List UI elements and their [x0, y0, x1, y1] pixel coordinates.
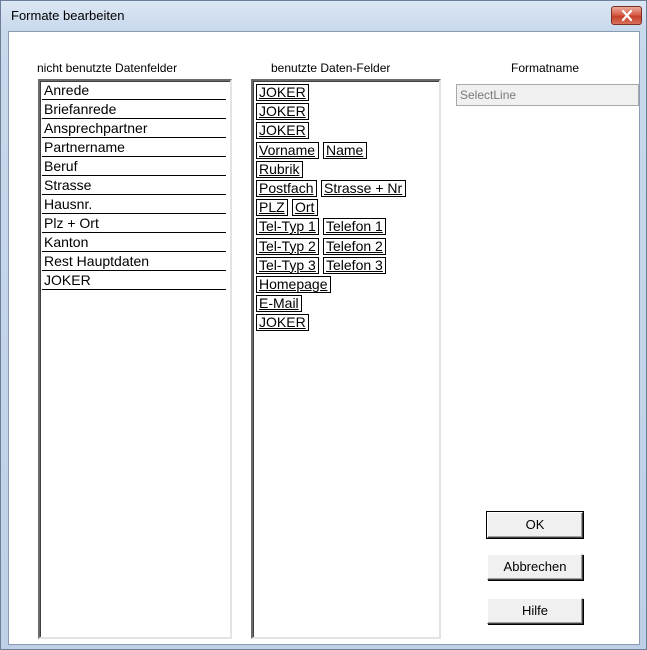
formatname-label: Formatname — [511, 61, 580, 75]
used-field-chip[interactable]: JOKER — [256, 103, 309, 121]
unused-field-item[interactable]: Briefanrede — [42, 101, 226, 119]
unused-field-item[interactable]: Beruf — [42, 158, 226, 176]
used-field-chip[interactable]: Strasse + Nr — [321, 180, 406, 197]
unused-field-item[interactable]: Ansprechpartner — [42, 120, 226, 138]
unused-field-item[interactable]: Rest Hauptdaten — [42, 253, 226, 271]
used-field-chip[interactable]: Telefon 2 — [323, 237, 386, 255]
used-field-chip[interactable]: PLZ — [256, 199, 288, 217]
unused-field-item[interactable]: Hausnr. — [42, 196, 226, 214]
unused-field-item[interactable]: Plz + Ort — [42, 215, 226, 233]
close-icon — [621, 10, 632, 21]
used-field-chip[interactable]: JOKER — [256, 84, 309, 101]
used-field-chip[interactable]: Telefon 3 — [323, 256, 386, 274]
unused-field-item[interactable]: Partnername — [42, 139, 226, 157]
formatname-field: SelectLine — [456, 84, 639, 106]
used-field-chip[interactable]: Tel-Typ 3 — [256, 256, 319, 274]
used-field-chip[interactable]: Vorname — [256, 141, 319, 159]
unused-field-item[interactable]: Anrede — [42, 82, 226, 100]
used-field-chip[interactable]: Homepage — [256, 276, 331, 293]
close-button[interactable] — [611, 6, 642, 25]
used-fields-label: benutzte Daten-Felder — [271, 61, 391, 75]
unused-field-item[interactable]: JOKER — [42, 272, 226, 290]
ok-button[interactable]: OK — [486, 511, 584, 539]
unused-field-item[interactable]: Strasse — [42, 177, 226, 195]
used-field-chip[interactable]: Telefon 1 — [323, 218, 386, 236]
help-button[interactable]: Hilfe — [487, 598, 583, 624]
used-field-chip[interactable]: Ort — [292, 199, 318, 217]
dialog-client-area: nicht benutzte Datenfelder benutzte Date… — [8, 31, 640, 645]
used-fields-list[interactable]: JOKER JOKER JOKER Vorname Name Rubrik Postfach… — [251, 79, 441, 639]
dialog-window: Formate bearbeiten nicht benutzte Datenf… — [0, 0, 647, 650]
used-field-chip[interactable]: Tel-Typ 2 — [256, 237, 319, 255]
used-field-chip[interactable]: Tel-Typ 1 — [256, 218, 319, 236]
used-field-chip[interactable]: E-Mail — [256, 295, 302, 313]
used-field-chip[interactable]: Rubrik — [256, 160, 303, 178]
unused-fields-list[interactable]: Anrede Briefanrede Ansprechpartner Partnern… — [38, 79, 232, 639]
cancel-button[interactable]: Abbrechen — [487, 554, 583, 580]
used-field-chip[interactable]: JOKER — [256, 122, 309, 140]
unused-fields-label: nicht benutzte Datenfelder — [37, 61, 178, 75]
title-bar[interactable]: Formate bearbeiten — [1, 1, 646, 31]
window-title: Formate bearbeiten — [11, 8, 125, 23]
unused-field-item[interactable]: Kanton — [42, 234, 226, 252]
used-field-chip[interactable]: JOKER — [256, 314, 309, 332]
used-field-chip[interactable]: Postfach — [256, 180, 317, 197]
used-field-chip[interactable]: Name — [323, 141, 367, 159]
